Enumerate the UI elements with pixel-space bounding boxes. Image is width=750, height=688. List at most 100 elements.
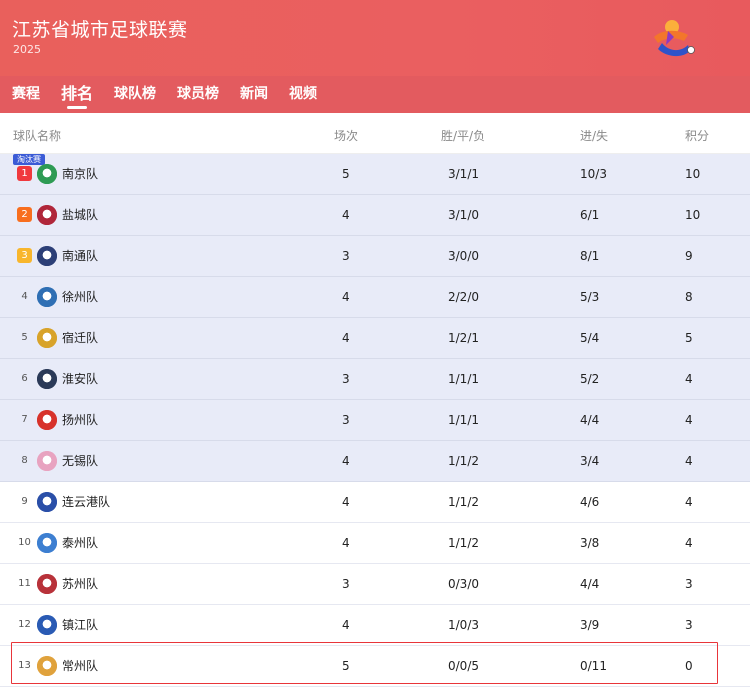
points: 5 [685, 331, 693, 345]
games-played: 4 [342, 536, 350, 550]
points: 4 [685, 495, 693, 509]
goals-for-against: 3/4 [580, 454, 600, 468]
tab-news[interactable]: 新闻 [240, 76, 268, 113]
team-name[interactable]: 淮安队 [62, 359, 98, 399]
goals-for-against: 3/9 [580, 618, 600, 632]
games-played: 3 [342, 413, 350, 427]
goals-for-against: 4/4 [580, 413, 600, 427]
games-played: 4 [342, 208, 350, 222]
games-played: 3 [342, 577, 350, 591]
win-draw-loss: 1/1/2 [448, 536, 479, 550]
team-crest-icon [37, 205, 57, 225]
table-row[interactable]: 淘汰赛 1 南京队 5 3/1/1 10/3 10 [0, 154, 750, 195]
team-name[interactable]: 常州队 [62, 646, 98, 686]
win-draw-loss: 1/1/1 [448, 413, 479, 427]
points: 3 [685, 577, 693, 591]
team-crest-icon [37, 533, 57, 553]
table-row[interactable]: 11 苏州队 3 0/3/0 4/4 3 [0, 564, 750, 605]
tab-player-stats[interactable]: 球员榜 [177, 76, 219, 113]
table-header: 球队名称 场次 胜/平/负 进/失 积分 [0, 113, 750, 154]
team-crest-icon [37, 615, 57, 635]
table-row[interactable]: 7 扬州队 3 1/1/1 4/4 4 [0, 400, 750, 441]
column-points: 积分 [685, 129, 710, 143]
table-row[interactable]: 9 连云港队 4 1/1/2 4/6 4 [0, 482, 750, 523]
rank-number: 10 [18, 537, 31, 548]
games-played: 5 [342, 659, 350, 673]
season-year: 2025 [13, 43, 41, 56]
table-row[interactable]: 10 泰州队 4 1/1/2 3/8 4 [0, 523, 750, 564]
goals-for-against: 5/4 [580, 331, 600, 345]
games-played: 3 [342, 372, 350, 386]
points: 8 [685, 290, 693, 304]
win-draw-loss: 0/0/5 [448, 659, 479, 673]
rank-number: 5 [21, 332, 28, 343]
rank-number: 1 [17, 166, 32, 181]
league-title: 江苏省城市足球联赛 [12, 19, 188, 41]
team-name[interactable]: 连云港队 [62, 482, 110, 522]
points: 10 [685, 208, 701, 222]
team-name[interactable]: 南京队 [62, 154, 98, 194]
team-crest-icon [37, 410, 57, 430]
win-draw-loss: 3/0/0 [448, 249, 479, 263]
team-crest-icon [37, 451, 57, 471]
goals-for-against: 4/6 [580, 495, 600, 509]
table-row[interactable]: 4 徐州队 4 2/2/0 5/3 8 [0, 277, 750, 318]
points: 3 [685, 618, 693, 632]
win-draw-loss: 1/1/2 [448, 495, 479, 509]
points: 4 [685, 372, 693, 386]
rank-number: 12 [18, 619, 31, 630]
table-row[interactable]: 6 淮安队 3 1/1/1 5/2 4 [0, 359, 750, 400]
table-row[interactable]: 2 盐城队 4 3/1/0 6/1 10 [0, 195, 750, 236]
team-name[interactable]: 南通队 [62, 236, 98, 276]
points: 4 [685, 454, 693, 468]
team-name[interactable]: 扬州队 [62, 400, 98, 440]
team-name[interactable]: 宿迁队 [62, 318, 98, 358]
column-wdl: 胜/平/负 [441, 129, 486, 143]
table-row[interactable]: 8 无锡队 4 1/1/2 3/4 4 [0, 441, 750, 482]
win-draw-loss: 1/0/3 [448, 618, 479, 632]
games-played: 4 [342, 290, 350, 304]
points: 4 [685, 413, 693, 427]
knockout-zone-badge: 淘汰赛 [13, 154, 45, 165]
goals-for-against: 5/3 [580, 290, 600, 304]
goals-for-against: 4/4 [580, 577, 600, 591]
table-row[interactable]: 13 常州队 5 0/0/5 0/11 0 [0, 646, 750, 687]
team-name[interactable]: 盐城队 [62, 195, 98, 235]
team-name[interactable]: 泰州队 [62, 523, 98, 563]
team-crest-icon [37, 369, 57, 389]
tab-videos[interactable]: 视频 [289, 76, 317, 113]
win-draw-loss: 2/2/0 [448, 290, 479, 304]
tab-schedule[interactable]: 赛程 [12, 76, 40, 113]
tab-rankings[interactable]: 排名 [61, 76, 93, 113]
table-row[interactable]: 12 镇江队 4 1/0/3 3/9 3 [0, 605, 750, 646]
league-logo-icon [654, 20, 695, 57]
rank-number: 3 [17, 248, 32, 263]
team-name[interactable]: 无锡队 [62, 441, 98, 481]
team-name[interactable]: 苏州队 [62, 564, 98, 604]
table-row[interactable]: 3 南通队 3 3/0/0 8/1 9 [0, 236, 750, 277]
nav-tabs: 赛程 排名 球队榜 球员榜 新闻 视频 [0, 76, 750, 113]
games-played: 4 [342, 495, 350, 509]
goals-for-against: 0/11 [580, 659, 607, 673]
column-team: 球队名称 [13, 129, 62, 143]
league-header: 江苏省城市足球联赛 2025 赛程 排名 球队榜 球员榜 新闻 视频 [0, 0, 750, 113]
team-name[interactable]: 徐州队 [62, 277, 98, 317]
goals-for-against: 8/1 [580, 249, 600, 263]
win-draw-loss: 0/3/0 [448, 577, 479, 591]
team-crest-icon [37, 492, 57, 512]
rank-number: 11 [18, 578, 31, 589]
rank-number: 8 [21, 455, 28, 466]
team-crest-icon [37, 328, 57, 348]
points: 0 [685, 659, 693, 673]
goals-for-against: 10/3 [580, 167, 607, 181]
team-crest-icon [37, 574, 57, 594]
rank-number: 2 [17, 207, 32, 222]
rank-number: 9 [21, 496, 28, 507]
team-crest-icon [37, 287, 57, 307]
standings-table: 淘汰赛 1 南京队 5 3/1/1 10/3 10 2 盐城队 4 3/1/0 6/1 10 3 南通队 3 3… [0, 154, 750, 687]
table-row[interactable]: 5 宿迁队 4 1/2/1 5/4 5 [0, 318, 750, 359]
win-draw-loss: 3/1/1 [448, 167, 479, 181]
tab-team-stats[interactable]: 球队榜 [114, 76, 156, 113]
team-crest-icon [37, 164, 57, 184]
team-name[interactable]: 镇江队 [62, 605, 98, 645]
